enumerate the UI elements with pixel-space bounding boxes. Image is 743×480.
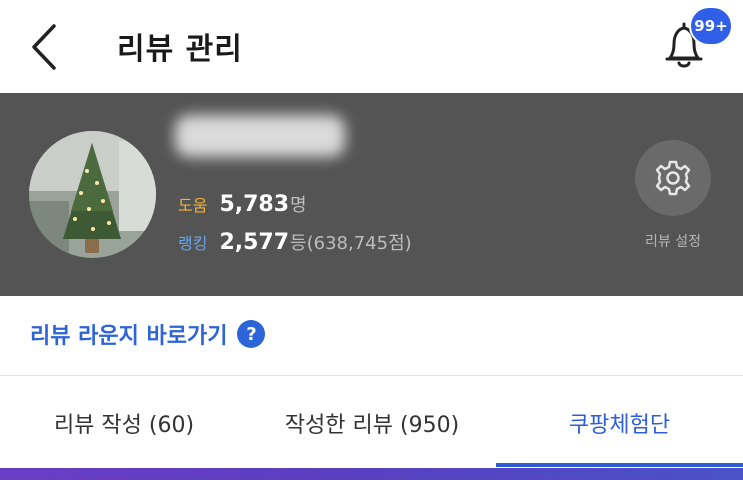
help-stat: 도움 5,783 명 [178,191,307,217]
gear-icon [655,160,691,196]
tab-written-reviews[interactable]: 작성한 리뷰 (950) [248,377,496,468]
blurred-username [175,115,345,157]
top-header: 리뷰 관리 99+ [0,0,743,93]
tab-coupang-trial[interactable]: 쿠팡체험단 [496,377,743,468]
bottom-strip [0,468,743,480]
rank-label: 랭킹 [178,234,208,253]
page-title: 리뷰 관리 [117,32,243,67]
avatar[interactable] [29,131,156,258]
review-settings-label: 리뷰 설정 [645,234,701,250]
notification-badge: 99+ [689,6,733,46]
rank-unit: 등 [290,233,307,254]
review-lounge-link[interactable]: 리뷰 라운지 바로가기 ? [30,318,266,350]
help-count: 5,783 [219,192,290,217]
chevron-left-icon [32,24,56,70]
rank-stat: 랭킹 2,577 등 (638,745점) [178,229,412,255]
profile-panel: 도움 5,783 명 랭킹 2,577 등 (638,745점) 리뷰 설정 [0,93,743,296]
help-label: 도움 [178,196,208,215]
review-lounge-section: 리뷰 라운지 바로가기 ? [0,296,743,376]
tab-write-review[interactable]: 리뷰 작성 (60) [0,377,248,468]
rank-score: (638,745점) [306,233,412,254]
question-circle-icon[interactable]: ? [237,320,266,348]
back-button[interactable] [22,20,68,74]
rank-value: 2,577 [219,230,290,255]
review-settings-button[interactable] [635,140,711,216]
active-tab-indicator [496,463,743,467]
review-lounge-text: 리뷰 라운지 바로가기 [30,324,228,349]
avatar-image [29,131,156,258]
review-tabs: 리뷰 작성 (60) 작성한 리뷰 (950) 쿠팡체험단 [0,377,743,468]
help-unit: 명 [290,195,307,216]
